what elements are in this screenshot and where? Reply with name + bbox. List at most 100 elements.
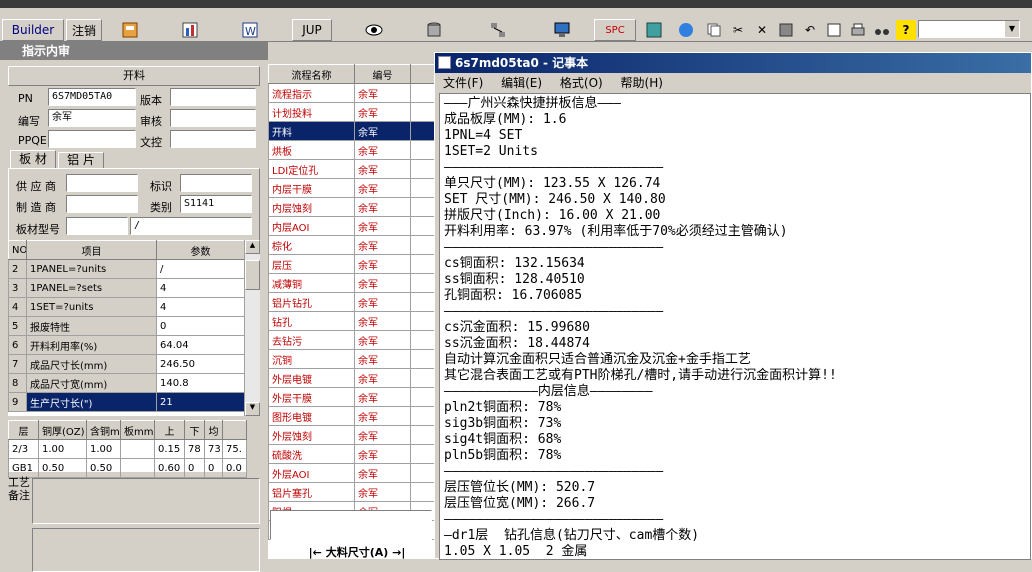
builder-button[interactable]: Builder bbox=[2, 19, 64, 41]
print-icon[interactable] bbox=[848, 20, 868, 40]
word-icon[interactable]: W bbox=[240, 20, 260, 40]
supplier-field[interactable] bbox=[66, 174, 138, 192]
toolbar-combo[interactable]: ▼ bbox=[918, 20, 1020, 38]
process-row[interactable]: 硫酸洗 余军 bbox=[268, 444, 435, 464]
network-icon[interactable] bbox=[488, 20, 508, 40]
ppqe-field[interactable] bbox=[48, 130, 136, 148]
process-row[interactable]: 烘板 余军 bbox=[268, 140, 435, 160]
process-num: 余军 bbox=[354, 235, 411, 255]
process-row[interactable]: 流程指示 余军 bbox=[268, 83, 435, 103]
process-row[interactable]: 沉铜 余军 bbox=[268, 349, 435, 369]
process-row[interactable]: 图形电镀 余军 bbox=[268, 406, 435, 426]
param-row[interactable]: 9 生产尺寸长(") 21 bbox=[8, 392, 245, 412]
scroll-up-icon[interactable]: ▲ bbox=[245, 240, 260, 254]
version-field[interactable] bbox=[170, 88, 256, 106]
chart-icon[interactable] bbox=[180, 20, 200, 40]
tab-aluminium[interactable]: 铝 片 bbox=[58, 152, 104, 168]
process-row[interactable]: 内层AOI 余军 bbox=[268, 216, 435, 236]
scroll-thumb[interactable] bbox=[245, 260, 260, 290]
process-row[interactable]: 减薄铜 余军 bbox=[268, 273, 435, 293]
param-row[interactable]: 8 成品尺寸宽(mm) 140.8 bbox=[8, 373, 245, 393]
process-row[interactable]: 棕化 余军 bbox=[268, 235, 435, 255]
notepad-menubar: 文件(F) 编辑(E) 格式(O) 帮助(H) bbox=[435, 73, 1031, 93]
param-value[interactable]: 0 bbox=[156, 316, 245, 336]
review-field[interactable] bbox=[170, 109, 256, 127]
layer-col: 板mm bbox=[120, 420, 155, 440]
logout-button[interactable]: 注销 bbox=[66, 19, 102, 41]
find-icon[interactable] bbox=[872, 20, 892, 40]
undo-icon[interactable]: ↶ bbox=[800, 20, 820, 40]
process-row[interactable]: 内层蚀刻 余军 bbox=[268, 197, 435, 217]
param-value[interactable]: 21 bbox=[156, 392, 245, 412]
process-row[interactable]: 外层干膜 余军 bbox=[268, 387, 435, 407]
param-value[interactable]: 4 bbox=[156, 278, 245, 298]
layer-row[interactable]: GB1 0.50 0.50 0.60 0 0 0.0 bbox=[8, 458, 247, 478]
model-field-a[interactable] bbox=[66, 217, 128, 235]
database-icon[interactable] bbox=[424, 20, 444, 40]
monitor-icon[interactable] bbox=[552, 20, 572, 40]
refresh-icon[interactable] bbox=[644, 20, 664, 40]
process-row[interactable]: 开料 余军 bbox=[268, 121, 435, 141]
process-row[interactable]: 计划投料 余军 bbox=[268, 102, 435, 122]
copy-icon[interactable] bbox=[704, 20, 724, 40]
process-row[interactable]: 铝片钻孔 余军 bbox=[268, 292, 435, 312]
help-icon[interactable]: ? bbox=[896, 20, 916, 40]
param-row[interactable]: 6 开料利用率(%) 64.04 bbox=[8, 335, 245, 355]
cut-icon[interactable]: ✂ bbox=[728, 20, 748, 40]
param-row[interactable]: 3 1PANEL=?sets 4 bbox=[8, 278, 245, 298]
menu-format[interactable]: 格式(O) bbox=[560, 76, 603, 90]
category-field[interactable]: S1141 bbox=[180, 195, 252, 213]
delete-icon[interactable]: ✕ bbox=[752, 20, 772, 40]
process-name: 内层AOI bbox=[268, 216, 355, 236]
process-row[interactable]: 钻孔 余军 bbox=[268, 311, 435, 331]
param-row[interactable]: 5 报废特性 0 bbox=[8, 316, 245, 336]
spc-button[interactable]: SPC bbox=[594, 19, 636, 41]
notepad-text-area[interactable]: ———广州兴森快捷拼板信息——— 成品板厚(MM): 1.6 1PNL=4 SE… bbox=[439, 93, 1031, 560]
param-row[interactable]: 4 1SET=?units 4 bbox=[8, 297, 245, 317]
save-icon[interactable] bbox=[776, 20, 796, 40]
param-value[interactable]: 140.8 bbox=[156, 373, 245, 393]
process-detail-field[interactable] bbox=[270, 510, 432, 540]
process-row[interactable]: 铝片塞孔 余军 bbox=[268, 482, 435, 502]
mark-field[interactable] bbox=[180, 174, 252, 192]
preview-icon[interactable] bbox=[824, 20, 844, 40]
jup-button[interactable]: JUP bbox=[292, 19, 332, 41]
layer-row[interactable]: 2/3 1.00 1.00 0.15 78 73 75. bbox=[8, 439, 247, 459]
process-row[interactable]: LDI定位孔 余军 bbox=[268, 159, 435, 179]
pn-field[interactable]: 6S7MD05TA0 bbox=[48, 88, 136, 106]
menu-file[interactable]: 文件(F) bbox=[443, 76, 483, 90]
param-scrollbar[interactable]: ▲ ▼ bbox=[244, 240, 260, 416]
eye-icon[interactable] bbox=[364, 20, 384, 40]
param-value[interactable]: 64.04 bbox=[156, 335, 245, 355]
menu-edit[interactable]: 编辑(E) bbox=[501, 76, 542, 90]
process-name: 减薄铜 bbox=[268, 273, 355, 293]
ie-icon[interactable] bbox=[676, 20, 696, 40]
author-field[interactable]: 余军 bbox=[48, 109, 136, 127]
process-extra bbox=[410, 121, 435, 141]
scroll-down-icon[interactable]: ▼ bbox=[245, 402, 260, 416]
param-row[interactable]: 2 1PANEL=?units / bbox=[8, 259, 245, 279]
layer-cell: 0.50 bbox=[86, 458, 121, 478]
doc-field[interactable] bbox=[170, 130, 256, 148]
menu-help[interactable]: 帮助(H) bbox=[621, 76, 663, 90]
process-row[interactable]: 外层AOI 余军 bbox=[268, 463, 435, 483]
param-value[interactable]: 4 bbox=[156, 297, 245, 317]
process-row[interactable]: 去钻污 余军 bbox=[268, 330, 435, 350]
layer-cell: 0.50 bbox=[38, 458, 87, 478]
process-row[interactable]: 外层电镀 余军 bbox=[268, 368, 435, 388]
process-row[interactable]: 层压 余军 bbox=[268, 254, 435, 274]
process-row[interactable]: 外层蚀刻 余军 bbox=[268, 425, 435, 445]
maker-field[interactable] bbox=[66, 195, 138, 213]
param-row[interactable]: 7 成品尺寸长(mm) 246.50 bbox=[8, 354, 245, 374]
process-note-field[interactable] bbox=[32, 478, 260, 524]
calc-icon[interactable] bbox=[120, 20, 140, 40]
model-field-b[interactable]: / bbox=[130, 217, 252, 235]
param-value[interactable]: / bbox=[156, 259, 245, 279]
chevron-down-icon[interactable]: ▼ bbox=[1005, 21, 1019, 37]
col-item: 项目 bbox=[26, 240, 157, 260]
tab-board[interactable]: 板 材 bbox=[10, 150, 56, 168]
main-toolbar: Builder 注销 W JUP SPC ✂ ✕ ↶ ? ▼ bbox=[0, 18, 1032, 42]
note-field-2[interactable] bbox=[32, 528, 260, 572]
process-row[interactable]: 内层干膜 余军 bbox=[268, 178, 435, 198]
param-value[interactable]: 246.50 bbox=[156, 354, 245, 374]
